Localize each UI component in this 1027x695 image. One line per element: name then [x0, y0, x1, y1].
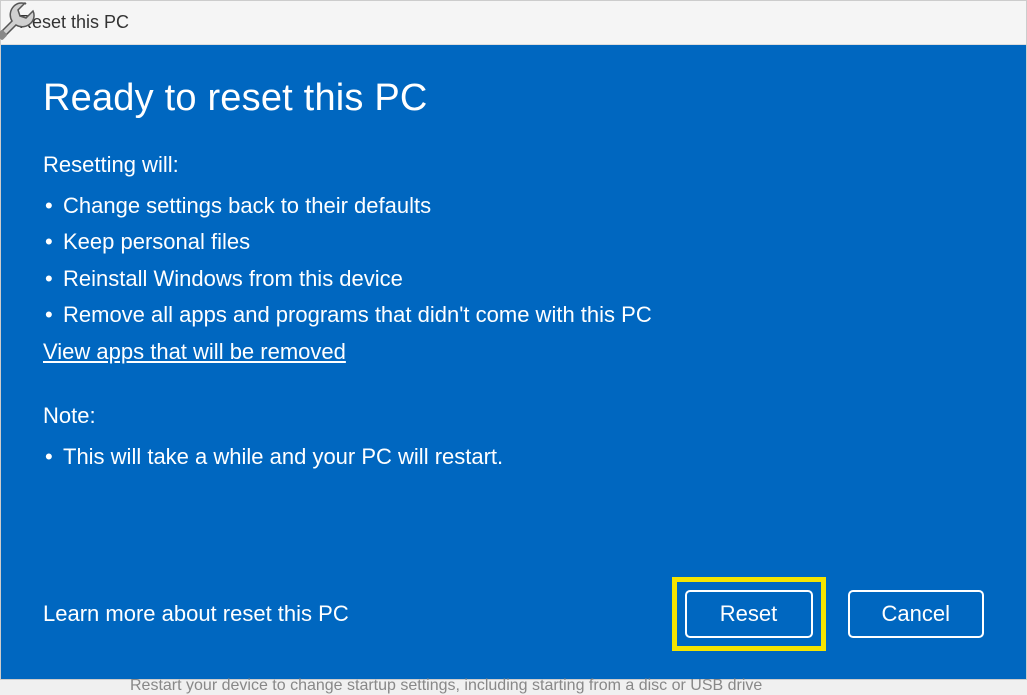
page-heading: Ready to reset this PC	[43, 77, 984, 120]
reset-button[interactable]: Reset	[685, 590, 813, 638]
note-list: This will take a while and your PC will …	[43, 439, 984, 475]
list-item: Change settings back to their defaults	[43, 188, 984, 224]
learn-more-link[interactable]: Learn more about reset this PC	[43, 601, 349, 627]
list-item: Keep personal files	[43, 224, 984, 260]
button-row: Reset Cancel	[672, 577, 984, 651]
note-label: Note:	[43, 403, 984, 429]
view-apps-link[interactable]: View apps that will be removed	[43, 339, 984, 365]
list-item: This will take a while and your PC will …	[43, 439, 984, 475]
wrench-icon	[0, 0, 42, 44]
dialog-footer: Learn more about reset this PC Reset Can…	[43, 577, 984, 651]
list-item: Reinstall Windows from this device	[43, 261, 984, 297]
cancel-button[interactable]: Cancel	[848, 590, 984, 638]
dialog-window: Reset this PC Ready to reset this PC Res…	[0, 0, 1027, 680]
highlight-annotation: Reset	[672, 577, 826, 651]
dialog-content: Ready to reset this PC Resetting will: C…	[1, 45, 1026, 679]
background-text: Restart your device to change startup se…	[130, 677, 1027, 695]
resetting-list: Change settings back to their defaults K…	[43, 188, 984, 333]
list-item: Remove all apps and programs that didn't…	[43, 297, 984, 333]
resetting-label: Resetting will:	[43, 152, 984, 178]
titlebar: Reset this PC	[1, 1, 1026, 45]
